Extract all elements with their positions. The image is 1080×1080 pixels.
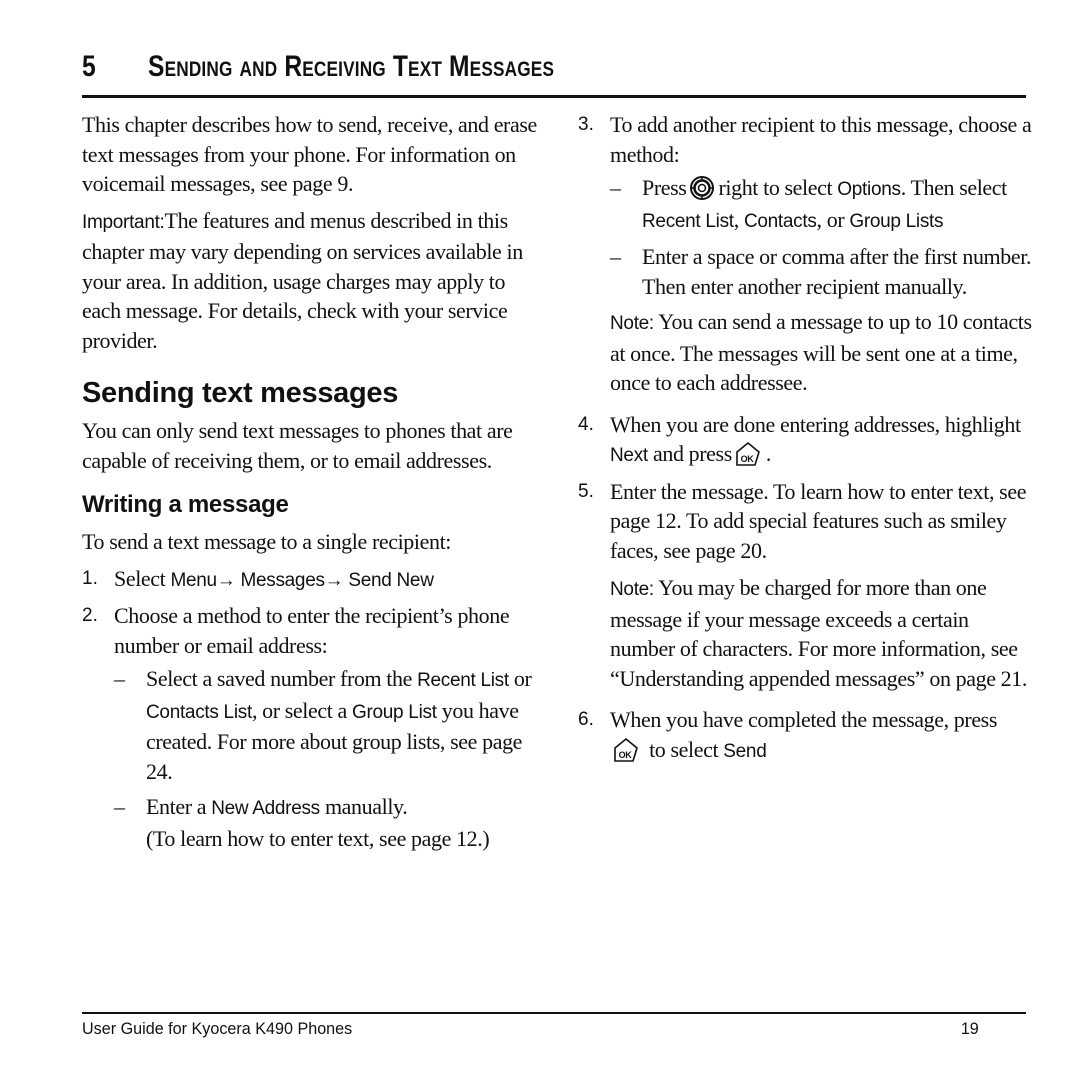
text: or [508, 666, 532, 691]
chapter-header: 5 Sending and Receiving Text Messages [82, 46, 1026, 98]
text: Select a saved number from the [146, 666, 418, 691]
text: , [733, 206, 744, 232]
step-5: 5. Enter the message. To learn how to en… [578, 477, 1038, 700]
ui-term-contacts-list: Contacts List [146, 701, 252, 723]
ok-key-icon: OK [736, 441, 760, 466]
step-1: 1. Select Menu→ Messages→ Send New [82, 564, 542, 596]
note-text: You may be charged for more than one mes… [610, 575, 1027, 691]
menu-path: Menu→ Messages→ Send New [170, 569, 434, 591]
ui-term-new-address: New Address [211, 798, 320, 819]
text: to select [644, 736, 724, 762]
text: right to select [718, 175, 838, 200]
sub-item: – Enter a New Address manually. (To learn… [114, 792, 542, 853]
step-6: 6. When you have completed the message, … [578, 705, 1038, 766]
ui-term-options: Options [837, 179, 901, 200]
step-number: 2. [82, 605, 98, 626]
ok-key-icon: OK [614, 737, 638, 762]
page-footer: User Guide for Kyocera K490 Phones 19 [82, 1012, 1026, 1039]
dash-bullet: – [610, 244, 621, 269]
text: , or [816, 206, 850, 232]
text: Enter a [146, 794, 212, 819]
intro-paragraph: This chapter describes how to send, rece… [82, 112, 537, 196]
sub-text: Enter a space or comma after the first n… [642, 244, 1032, 299]
step-text: Enter the message. To learn how to enter… [610, 478, 1027, 563]
svg-text:OK: OK [741, 454, 755, 464]
note: Note: You can send a message to up to 10… [610, 307, 1038, 398]
left-column: This chapter describes how to send, rece… [82, 110, 542, 865]
ui-term-group-lists: Group Lists [849, 210, 944, 232]
text: When you are done entering addresses, hi… [610, 411, 1021, 437]
ui-term-next: Next [610, 445, 648, 466]
text: , or select a [251, 697, 353, 723]
page-number: 19 [960, 1019, 979, 1038]
navigation-key-icon [690, 176, 715, 200]
subsection-lead: To send a text message to a single recip… [82, 529, 452, 554]
step-3: 3. To add another recipient to this mess… [578, 110, 1038, 404]
sub-item: – Press right to select Options. Then sel… [610, 173, 1038, 236]
ui-term-send: Send [723, 740, 767, 762]
note-label: Note: [610, 579, 654, 600]
ui-term-contacts: Contacts [743, 210, 817, 232]
important-label: Important: [82, 211, 165, 233]
step-4: 4. When you are done entering addresses,… [578, 410, 1038, 471]
text: Press [642, 175, 687, 200]
sub-item: – Enter a space or comma after the first… [610, 242, 1038, 301]
sub-item: – Select a saved number from the Recent … [114, 664, 542, 786]
text: and press [647, 441, 732, 466]
step-number: 6. [578, 709, 594, 730]
section-paragraph: You can only send text messages to phone… [82, 418, 513, 473]
subsection-title: Writing a message [82, 491, 289, 518]
dash-bullet: – [114, 666, 125, 691]
chapter-title: Sending and Receiving Text Messages [148, 50, 555, 83]
text: . Then select [900, 175, 1008, 200]
right-column: 3. To add another recipient to this mess… [578, 110, 1038, 772]
chapter-number: 5 [82, 50, 96, 83]
ui-term-group-list: Group List [352, 701, 437, 723]
step-number: 3. [578, 114, 594, 135]
chapter-rule [82, 95, 1026, 98]
note-text: You can send a message to up to 10 conta… [610, 309, 1032, 395]
text: (To learn how to enter text, see page 12… [146, 825, 490, 851]
footer-rule [82, 1012, 1026, 1014]
text: . [765, 441, 772, 466]
note: Note: You may be charged for more than o… [610, 573, 1038, 693]
note-label: Note: [610, 313, 654, 334]
step-2: 2. Choose a method to enter the recipien… [82, 601, 542, 859]
step-text: Choose a method to enter the recipient’s… [114, 603, 510, 658]
step-text: To add another recipient to this message… [610, 112, 1032, 167]
step-text: Select [114, 565, 171, 591]
step-number: 5. [578, 480, 594, 502]
important-paragraph: Important:The features and menus describ… [82, 206, 542, 356]
ui-term-recent-list: Recent List [642, 210, 734, 232]
step-number: 4. [578, 413, 594, 435]
step-number: 1. [82, 567, 98, 589]
dash-bullet: – [114, 794, 125, 819]
dash-bullet: – [610, 175, 621, 200]
section-title: Sending text messages [82, 377, 399, 409]
text: When you have completed the message, pre… [610, 707, 998, 732]
footer-title: User Guide for Kyocera K490 Phones [82, 1019, 353, 1038]
svg-text:OK: OK [619, 750, 633, 760]
text: manually. [319, 794, 408, 819]
ui-term-recent-list: Recent List [417, 670, 509, 691]
